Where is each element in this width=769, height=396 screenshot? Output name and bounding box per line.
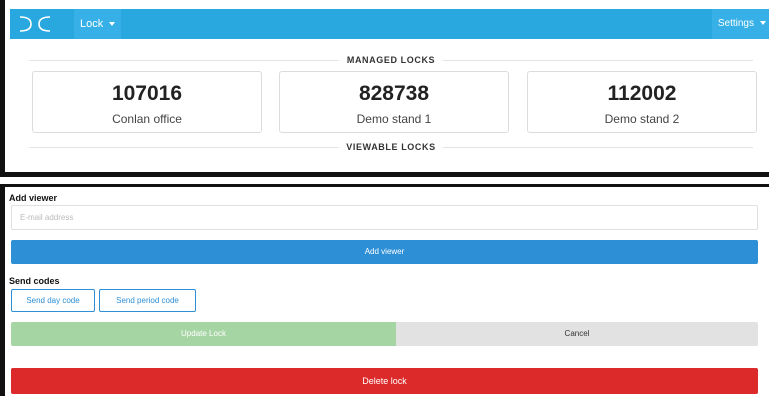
lock-card[interactable]: 828738 Demo stand 1 <box>279 71 509 133</box>
lock-menu[interactable]: Lock <box>74 9 122 39</box>
add-viewer-button[interactable]: Add viewer <box>11 240 758 264</box>
divider <box>443 147 753 148</box>
viewable-locks-heading: VIEWABLE LOCKS <box>29 140 753 154</box>
lock-code: 828738 <box>358 82 430 105</box>
lock-overview-panel: Lock Settings MANAGED LOCKS 107016 Conla… <box>0 0 769 177</box>
top-navbar: Lock Settings <box>10 9 769 39</box>
delete-lock-button[interactable]: Delete lock <box>11 368 758 394</box>
settings-menu-label: Settings <box>717 18 754 29</box>
dc-logo-icon[interactable] <box>18 13 52 35</box>
send-codes-label: Send codes <box>9 276 60 286</box>
send-period-code-button[interactable]: Send period code <box>99 289 196 312</box>
lock-card[interactable]: 112002 Demo stand 2 <box>527 71 757 133</box>
lock-menu-label: Lock <box>80 18 104 30</box>
lock-card[interactable]: 107016 Conlan office <box>32 71 262 133</box>
update-lock-button[interactable]: Update Lock <box>11 322 396 346</box>
cancel-button[interactable]: Cancel <box>396 322 758 346</box>
divider <box>443 60 753 61</box>
managed-locks-heading: MANAGED LOCKS <box>29 53 753 67</box>
add-viewer-label: Add viewer <box>9 193 58 203</box>
lock-code: 107016 <box>111 82 183 105</box>
lock-name: Conlan office <box>112 112 182 126</box>
lock-name: Demo stand 1 <box>356 112 432 126</box>
chevron-down-icon <box>760 21 766 26</box>
email-input[interactable]: E-mail address <box>11 205 758 230</box>
settings-menu[interactable]: Settings <box>711 9 769 39</box>
lock-code: 112002 <box>607 82 677 105</box>
send-day-code-button[interactable]: Send day code <box>11 289 95 312</box>
chevron-down-icon <box>109 22 116 27</box>
lock-name: Demo stand 2 <box>604 112 680 126</box>
